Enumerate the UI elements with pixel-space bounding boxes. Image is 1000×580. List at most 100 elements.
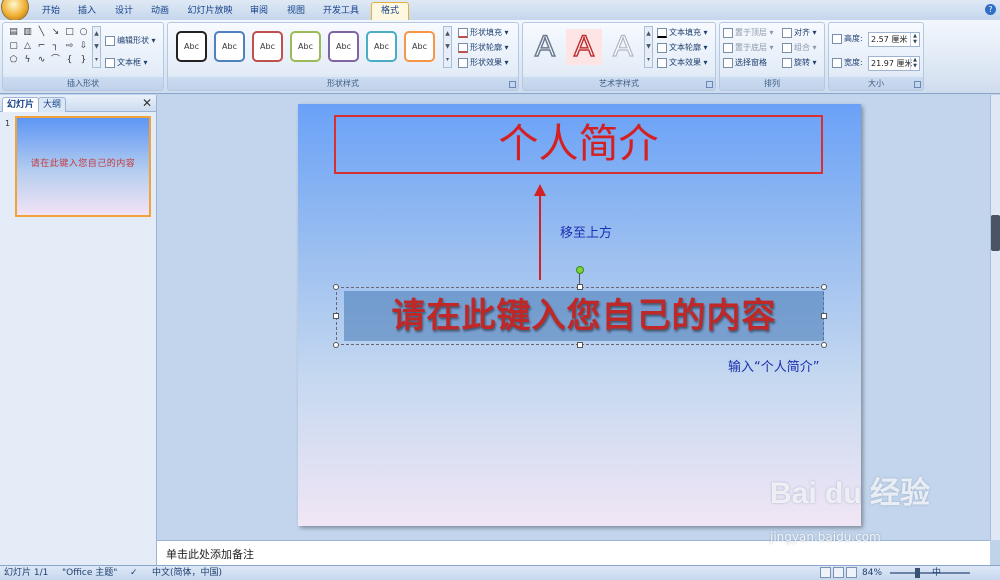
zoom-slider-knob[interactable] [915, 568, 920, 578]
tab-slides[interactable]: 幻灯片 [2, 97, 40, 112]
oval-shape-icon[interactable]: ○ [78, 27, 89, 38]
shape-styles-gallery-scroll[interactable]: ▲ ▼ ▾ [443, 26, 452, 68]
freeform-shape-icon[interactable]: ⌒ [50, 55, 61, 66]
scrollbar-thumb[interactable] [991, 215, 1000, 251]
rotate-button[interactable]: 旋转 ▾ [782, 57, 817, 69]
title-placeholder[interactable]: 个人简介 [334, 115, 823, 174]
office-button[interactable] [2, 0, 28, 20]
slide-sorter-icon[interactable] [833, 567, 844, 578]
arrow-line-shape-icon[interactable]: ↘ [50, 27, 61, 38]
tab-developer[interactable]: 开发工具 [318, 3, 364, 20]
resize-handle-right[interactable] [821, 313, 827, 319]
width-spinner[interactable]: ▲ ▼ [910, 57, 919, 70]
slideshow-icon[interactable] [846, 567, 857, 578]
slide-canvas[interactable]: 个人简介 移至上方 请在此键入您自己的内容 输入“个人简介” [298, 104, 861, 526]
wordart-style-3[interactable]: A [605, 29, 641, 65]
shape-style-4[interactable]: Abc [290, 31, 321, 62]
edit-shape-button[interactable]: 编辑形状 ▾ [105, 35, 156, 47]
triangle-shape-icon[interactable]: △ [22, 41, 33, 52]
resize-handle-bottom[interactable] [577, 342, 583, 348]
content-text[interactable]: 请在此键入您自己的内容 [343, 291, 825, 341]
shape-style-1[interactable]: Abc [176, 31, 207, 62]
height-input[interactable]: 2.57 厘米 ▲ ▼ [868, 32, 920, 47]
slide-title[interactable]: 个人简介 [336, 117, 821, 172]
textbox-shape-icon[interactable]: ▤ [8, 27, 19, 38]
shape-style-6[interactable]: Abc [366, 31, 397, 62]
tab-animation[interactable]: 动画 [145, 3, 175, 20]
normal-view-icon[interactable] [820, 567, 831, 578]
ime-indicator[interactable]: 中 [932, 567, 941, 579]
tab-outline[interactable]: 大纲 [38, 97, 67, 112]
group-button[interactable]: 组合 ▾ [782, 42, 817, 54]
zoom-slider[interactable] [890, 572, 970, 574]
dialog-launcher-icon[interactable] [509, 81, 516, 88]
line-shape-icon[interactable]: ╲ [36, 27, 47, 38]
elbow-arrow-shape-icon[interactable]: ┐ [50, 41, 61, 52]
text-outline-button[interactable]: 文本轮廓 ▾ [657, 42, 708, 54]
rounded-rect-shape-icon[interactable]: ▢ [8, 41, 19, 52]
slides-pane: 幻灯片 大纲 ✕ 1 请在此键入您自己的内容 [0, 95, 157, 565]
notes-placeholder: 单击此处添加备注 [166, 548, 254, 561]
language[interactable]: 中文(简体，中国) [152, 567, 222, 579]
bring-to-front-button[interactable]: 置于顶层 ▾ [723, 27, 774, 39]
tab-format[interactable]: 格式 [371, 2, 409, 20]
zoom-level[interactable]: 84% [862, 567, 882, 579]
text-fill-icon [657, 27, 667, 38]
send-to-back-button[interactable]: 置于底层 ▾ [723, 42, 774, 54]
rotation-handle[interactable] [576, 266, 584, 274]
resize-handle-bottom-right[interactable] [821, 342, 827, 348]
annotation-move-up[interactable]: 移至上方 [560, 222, 612, 241]
tab-view[interactable]: 视图 [281, 3, 311, 20]
text-box-button[interactable]: 文本框 ▾ [105, 57, 148, 69]
height-spinner[interactable]: ▲ ▼ [910, 33, 919, 46]
up-arrow-icon[interactable] [530, 182, 550, 282]
tab-insert[interactable]: 插入 [72, 3, 102, 20]
shape-fill-button[interactable]: 形状填充 ▾ [458, 27, 509, 39]
elbow-connector-shape-icon[interactable]: ⌐ [36, 41, 47, 52]
shape-style-2[interactable]: Abc [214, 31, 245, 62]
curve-shape-icon[interactable]: ∿ [36, 55, 47, 66]
align-button[interactable]: 对齐 ▾ [782, 27, 817, 39]
dialog-launcher-icon[interactable] [914, 81, 921, 88]
text-fill-button[interactable]: 文本填充 ▾ [657, 27, 708, 39]
shape-effects-button[interactable]: 形状效果 ▾ [458, 57, 509, 69]
annotation-input[interactable]: 输入“个人简介” [728, 356, 819, 375]
shape-style-3[interactable]: Abc [252, 31, 283, 62]
dialog-launcher-icon[interactable] [706, 81, 713, 88]
tab-slideshow[interactable]: 幻灯片放映 [182, 3, 238, 20]
shape-outline-button[interactable]: 形状轮廓 ▾ [458, 42, 509, 54]
brace-right-shape-icon[interactable]: } [78, 55, 89, 66]
height-icon [832, 33, 842, 44]
wordart-style-1[interactable]: A [527, 29, 563, 65]
right-arrow-shape-icon[interactable]: ⇨ [64, 41, 75, 52]
help-icon[interactable]: ? [985, 4, 996, 15]
pentagon-shape-icon[interactable]: ⬠ [8, 55, 19, 66]
slide-number: 1 [5, 119, 11, 128]
wordart-gallery-scroll[interactable]: ▲ ▼ ▾ [644, 26, 653, 68]
resize-handle-top[interactable] [577, 284, 583, 290]
vertical-scrollbar[interactable] [990, 95, 1000, 540]
resize-handle-bottom-left[interactable] [333, 342, 339, 348]
lightning-shape-icon[interactable]: ϟ [22, 55, 33, 66]
resize-handle-left[interactable] [333, 313, 339, 319]
wordart-style-2[interactable]: A [566, 29, 602, 65]
tab-design[interactable]: 设计 [109, 3, 139, 20]
shape-style-5[interactable]: Abc [328, 31, 359, 62]
width-input[interactable]: 21.97 厘米 ▲ ▼ [868, 56, 920, 71]
slide-thumbnail[interactable]: 请在此键入您自己的内容 [15, 116, 151, 217]
close-icon[interactable]: ✕ [142, 96, 152, 110]
spellcheck-icon[interactable]: ✓ [130, 567, 138, 579]
shapes-gallery-scroll[interactable]: ▲ ▼ ▾ [92, 26, 101, 68]
text-effects-button[interactable]: 文本效果 ▾ [657, 57, 708, 69]
tab-home[interactable]: 开始 [36, 3, 66, 20]
down-arrow-shape-icon[interactable]: ⇩ [78, 41, 89, 52]
selection-pane-button[interactable]: 选择窗格 [723, 57, 767, 69]
shape-style-7[interactable]: Abc [404, 31, 435, 62]
brace-left-shape-icon[interactable]: { [64, 55, 75, 66]
vertical-textbox-shape-icon[interactable]: ▥ [22, 27, 33, 38]
resize-handle-top-right[interactable] [821, 284, 827, 290]
rectangle-shape-icon[interactable]: □ [64, 27, 75, 38]
text-fill-label: 文本填充 [669, 28, 701, 37]
tab-review[interactable]: 审阅 [244, 3, 274, 20]
resize-handle-top-left[interactable] [333, 284, 339, 290]
